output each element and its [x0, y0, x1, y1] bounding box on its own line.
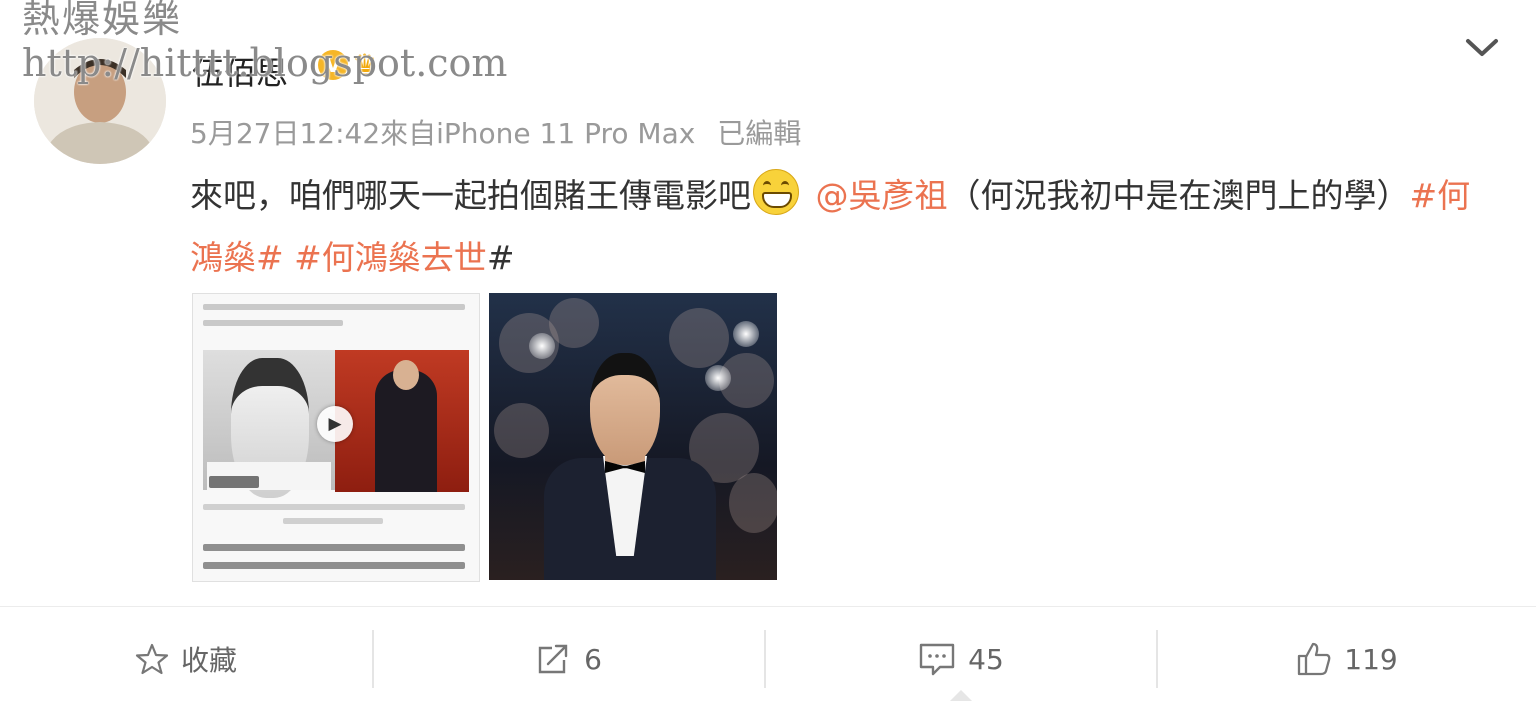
- post-image-1-video-thumbnail[interactable]: ▶: [192, 293, 480, 582]
- share-icon: [538, 644, 568, 674]
- share-count: 6: [584, 642, 602, 676]
- share-button[interactable]: 6: [374, 630, 764, 688]
- post-timestamp[interactable]: 5月27日12:42: [190, 117, 380, 150]
- favorite-label: 收藏: [180, 644, 237, 677]
- color-portrait: [335, 350, 469, 492]
- mention-link[interactable]: @吳彥祖: [816, 176, 948, 215]
- watermark-title: 熱爆娛樂: [22, 0, 183, 41]
- grinning-face-icon: [753, 169, 799, 215]
- watermark-url: http://hitttt.blogspot.com: [22, 40, 508, 85]
- edited-label[interactable]: 已編輯: [717, 117, 801, 150]
- thumbs-up-icon: [1298, 642, 1331, 676]
- like-count: 119: [1344, 642, 1398, 676]
- comment-count: 45: [968, 642, 1004, 676]
- comment-button[interactable]: 45: [766, 630, 1156, 688]
- post-image-2-photo[interactable]: [489, 293, 777, 580]
- hashtag-2-end: #: [486, 238, 515, 277]
- comment-icon: [919, 643, 955, 676]
- comment-expand-caret-icon: [950, 690, 972, 701]
- bw-portrait: [203, 350, 335, 498]
- like-button[interactable]: 119: [1158, 630, 1536, 688]
- post-text: 來吧，咱們哪天一起拍個賭王傳電影吧 @吳彥祖（何況我初中是在澳門上的學） #何鴻燊…: [190, 165, 1480, 289]
- action-bar-divider: [0, 606, 1536, 607]
- hashtag-link-2[interactable]: #何鴻燊去世: [294, 238, 487, 277]
- post-text-part1: 來吧，咱們哪天一起拍個賭王傳電影吧: [190, 176, 751, 215]
- post-meta: 5月27日12:42來自iPhone 11 Pro Max 已編輯: [190, 112, 801, 152]
- watermark: 熱爆娛樂 http://hitttt.blogspot.com: [22, 0, 507, 84]
- post-text-part2: （何況我初中是在澳門上的學）: [947, 176, 1410, 215]
- star-icon: [135, 643, 169, 675]
- post-menu-chevron-icon[interactable]: [1462, 28, 1502, 68]
- play-icon[interactable]: ▶: [317, 406, 353, 442]
- post-source: 來自iPhone 11 Pro Max: [380, 117, 696, 150]
- favorite-button[interactable]: 收藏: [0, 630, 372, 688]
